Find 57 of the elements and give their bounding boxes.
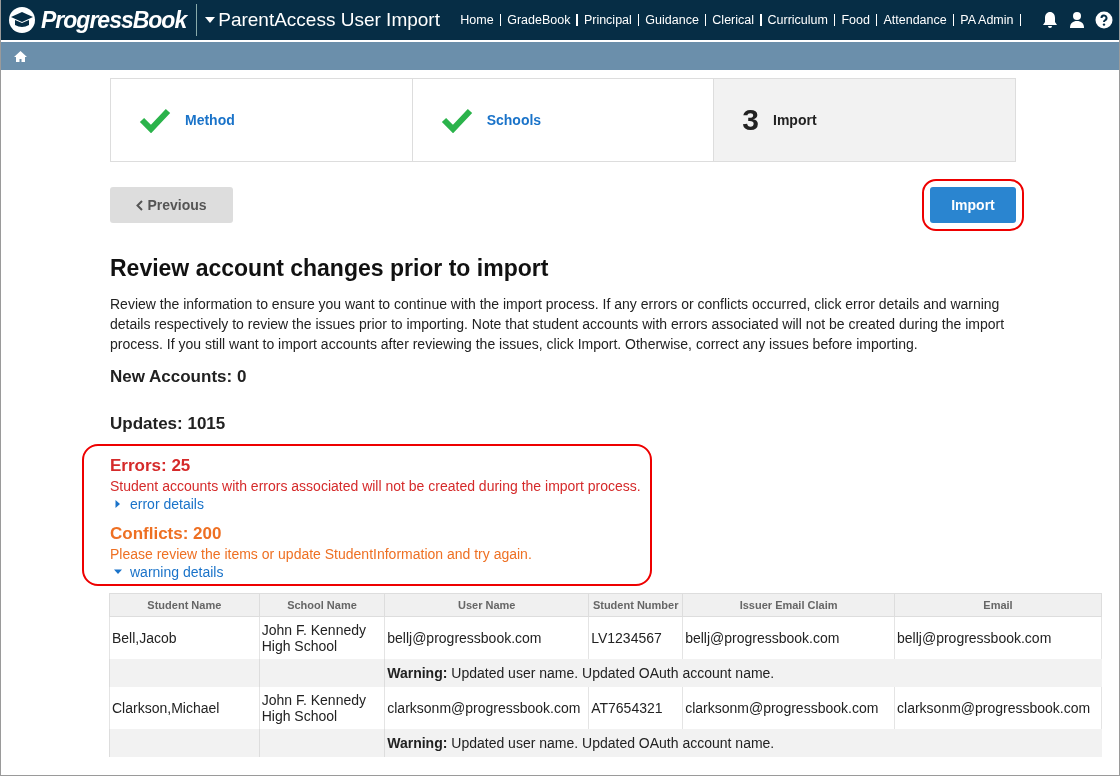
table-cell: bellj@progressbook.com [682, 616, 895, 659]
table-cell: John F. Kennedy High School [259, 687, 385, 729]
details-link[interactable]: error details [114, 496, 650, 512]
step-link[interactable]: Schools [486, 112, 542, 128]
updates-count: Updates: 1015 [110, 414, 227, 434]
home-icon[interactable] [14, 50, 27, 62]
issue-message: Student accounts with errors associated will not be created during the import process. [110, 478, 642, 494]
caret-right-icon [114, 500, 122, 508]
table-cell: clarksonm@progressbook.com [384, 687, 589, 729]
nav-link[interactable]: Guidance [645, 13, 699, 27]
caret-icon [205, 17, 216, 23]
nav-link[interactable]: Attendance [883, 13, 947, 27]
details-link[interactable]: warning details [114, 564, 650, 580]
table-cell: AT7654321 [588, 687, 683, 729]
issue-title: Conflicts: 200 [110, 524, 223, 544]
previous-button[interactable]: Previous [110, 187, 233, 223]
nav-link[interactable]: Curriculum [767, 13, 828, 27]
nav-link[interactable]: Principal [583, 13, 632, 27]
help-icon[interactable] [1095, 11, 1113, 29]
new-accounts-count: New Accounts: 0 [110, 367, 248, 387]
bell-icon[interactable] [1041, 11, 1059, 29]
caret-down-icon [114, 568, 122, 576]
table-cell: bellj@progressbook.com [894, 616, 1102, 659]
table-cell: Bell,Jacob [109, 616, 260, 659]
table-cell: LV1234567 [588, 616, 683, 659]
nav-link[interactable]: Clerical [712, 13, 755, 27]
logo-text: ProgressBook [41, 6, 187, 34]
nav-link[interactable]: Home [460, 13, 494, 27]
column-header[interactable]: Student Name [109, 593, 260, 617]
table-cell: John F. Kennedy High School [259, 616, 385, 659]
user-icon[interactable] [1069, 11, 1085, 29]
table-cell: Clarkson,Michael [109, 687, 260, 729]
step-label: Import [773, 112, 817, 128]
check-icon [139, 107, 171, 133]
nav-link[interactable]: Food [841, 13, 870, 27]
table-cell: clarksonm@progressbook.com [894, 687, 1102, 729]
table-cell: clarksonm@progressbook.com [682, 687, 895, 729]
table-cell: bellj@progressbook.com [384, 616, 589, 659]
step-link[interactable]: Method [185, 112, 235, 128]
warning-message: Warning: Updated user name. Updated OAuth account name. [384, 659, 1102, 687]
column-header[interactable]: User Name [384, 593, 589, 617]
warning-message: Warning: Updated user name. Updated OAuth account name. [384, 729, 1102, 757]
column-header[interactable]: School Name [259, 593, 385, 617]
column-header[interactable]: Email [894, 593, 1102, 617]
intro-paragraph: Review the information to ensure you want to continue with the import process. If any errors or conflicts occurred, click error details and warning details respectively to review the issues prior to importing. Note that student accounts with errors associated will not be created during the import process. If you still want to import accounts after reviewing the issues, click Import. Otherwise, correct any issues before importing. [110, 295, 1006, 354]
nav-link[interactable]: GradeBook [507, 13, 571, 27]
chevron-left-icon [136, 199, 144, 211]
issue-title: Errors: 25 [110, 456, 192, 476]
graduation-cap-icon [7, 6, 37, 34]
check-icon [440, 107, 473, 133]
column-header[interactable]: Student Number [588, 593, 683, 617]
column-header[interactable]: Issuer Email Claim [682, 593, 895, 617]
nav-link[interactable]: PA Admin [960, 13, 1014, 27]
issue-message: Please review the items or update StudentInformation and try again. [110, 546, 533, 562]
import-button[interactable]: Import [930, 187, 1016, 223]
step-number: 3 [742, 103, 760, 137]
page-heading: Review account changes prior to import [110, 255, 550, 282]
